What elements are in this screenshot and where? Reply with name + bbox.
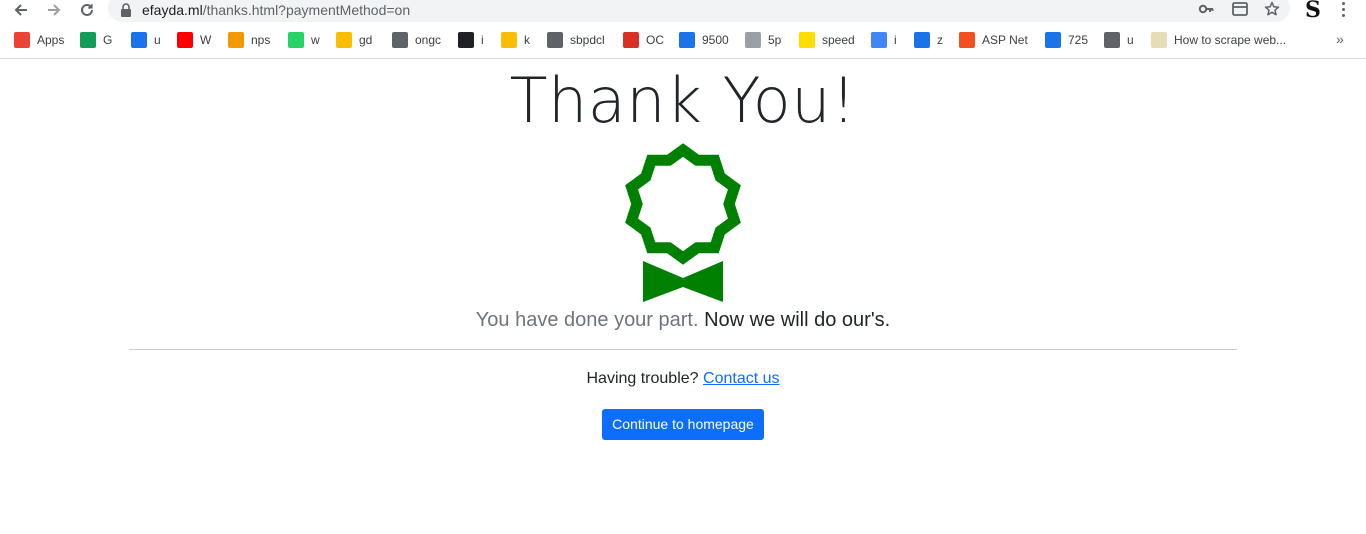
- bookmark-item[interactable]: 9500: [679, 31, 729, 49]
- g-logo-icon: [1151, 32, 1167, 48]
- bookmark-label: nps: [251, 33, 271, 47]
- bookmark-item[interactable]: u: [131, 31, 161, 49]
- bookmark-item[interactable]: k: [501, 31, 530, 49]
- browser-menu-icon[interactable]: [1336, 0, 1350, 18]
- forward-button[interactable]: [43, 0, 65, 20]
- photo-icon: [745, 32, 761, 48]
- url-text[interactable]: efayda.ml/thanks.html?paymentMethod=on: [142, 2, 410, 18]
- bookmark-label: sbpdcl: [570, 33, 605, 47]
- globe-icon: [547, 32, 563, 48]
- bookmark-label: 5p: [768, 33, 782, 47]
- key-icon[interactable]: [1197, 0, 1215, 18]
- card-icon[interactable]: [1231, 0, 1249, 18]
- page-title: Thank You!: [509, 64, 857, 137]
- bookmarks-overflow-button[interactable]: »: [1336, 31, 1344, 47]
- lock-icon[interactable]: [120, 3, 132, 17]
- divider: [129, 349, 1237, 350]
- bookmark-label: u: [1127, 33, 1134, 47]
- reload-icon: [81, 3, 93, 16]
- bookmark-item[interactable]: i: [871, 31, 897, 49]
- browser-toolbar: efayda.ml/thanks.html?paymentMethod=on S: [0, 0, 1366, 23]
- globe-icon: [1104, 32, 1120, 48]
- contact-us-link[interactable]: Contact us: [703, 370, 779, 387]
- bookmark-label: ongc: [415, 33, 442, 47]
- bookmark-item[interactable]: Apps: [14, 31, 64, 49]
- microsoft-icon: [959, 32, 975, 48]
- bookmark-label: w: [311, 33, 320, 47]
- bookmark-item[interactable]: nps: [228, 31, 270, 49]
- chrome-divider: [0, 58, 1366, 59]
- lead-light-text: You have done your part.: [475, 309, 699, 331]
- bookmark-item[interactable]: gd: [336, 31, 372, 49]
- bookmark-label: ASP Net: [982, 33, 1028, 47]
- chart-icon: [679, 32, 695, 48]
- bookmark-label: OC: [646, 33, 664, 47]
- google-sheets-icon: [80, 32, 96, 48]
- bookmark-item[interactable]: w: [288, 31, 320, 49]
- u-logo-icon: [1045, 32, 1061, 48]
- url-path: /thanks.html?paymentMethod=on: [202, 2, 411, 18]
- arrow-left-icon: [14, 4, 27, 16]
- reload-button[interactable]: [76, 0, 98, 20]
- bookmark-label: 9500: [702, 33, 729, 47]
- p-logo-icon: [799, 32, 815, 48]
- bookmark-item[interactable]: ongc: [392, 31, 441, 49]
- lead-strong-text: Now we will do our's.: [704, 309, 891, 331]
- profile-avatar[interactable]: S: [1301, 0, 1325, 23]
- bookmark-label: i: [894, 33, 897, 47]
- bookmark-item[interactable]: z: [914, 31, 943, 49]
- bookmark-label: speed: [822, 33, 855, 47]
- back-button[interactable]: [10, 0, 32, 20]
- bookmark-label: W: [200, 33, 212, 47]
- google-drive-icon: [336, 32, 352, 48]
- bookmark-item[interactable]: u: [1104, 31, 1134, 49]
- bookmark-label: 725: [1068, 33, 1089, 47]
- bookmark-label: How to scrape web...: [1174, 33, 1287, 47]
- bookmark-item[interactable]: 5p: [745, 31, 781, 49]
- trouble-label: Having trouble?: [586, 370, 699, 387]
- bookmark-label: gd: [359, 33, 373, 47]
- bookmark-item[interactable]: How to scrape web...: [1151, 31, 1286, 49]
- inv-icon: [458, 32, 474, 48]
- infinity-icon: [871, 32, 887, 48]
- bookmark-item[interactable]: ASP Net: [959, 31, 1028, 49]
- mail-open-icon: [914, 32, 930, 48]
- url-host: efayda.ml: [142, 2, 203, 18]
- help-text: Having trouble? Contact us: [0, 369, 1366, 389]
- bookmark-item[interactable]: speed: [799, 31, 855, 49]
- bookmark-item[interactable]: sbpdcl: [547, 31, 605, 49]
- star-icon[interactable]: [1263, 0, 1281, 18]
- bookmark-label: i: [481, 33, 484, 47]
- whatsapp-icon: [288, 32, 304, 48]
- nps-icon: [228, 32, 244, 48]
- bookmark-item[interactable]: G: [80, 31, 112, 49]
- bookmark-label: z: [937, 33, 943, 47]
- bookmark-label: G: [103, 33, 113, 47]
- continue-to-homepage-button[interactable]: Continue to homepage: [602, 409, 764, 440]
- bookmarks-bar: Apps Gu Wnps w gd ongc i k sbpdcl OC 9500 5p speed i z…: [0, 28, 1366, 52]
- lead-message: You have done your part. Now we will do …: [0, 307, 1366, 333]
- globe-icon: [392, 32, 408, 48]
- apps-grid-icon: [14, 32, 30, 48]
- bookmark-label: Apps: [37, 33, 65, 47]
- bookmark-item[interactable]: i: [458, 31, 484, 49]
- google-keep-icon: [501, 32, 517, 48]
- u-logo-icon: [131, 32, 147, 48]
- bookmark-item[interactable]: W: [177, 31, 211, 49]
- bookmark-item[interactable]: 725: [1045, 31, 1088, 49]
- award-ribbon-icon: [625, 143, 741, 302]
- arrow-right-icon: [48, 4, 61, 16]
- bookmark-label: u: [154, 33, 161, 47]
- oc-icon: [623, 32, 639, 48]
- bookmark-label: k: [524, 33, 530, 47]
- bookmark-item[interactable]: OC: [623, 31, 664, 49]
- address-bar[interactable]: efayda.ml/thanks.html?paymentMethod=on: [108, 0, 1290, 22]
- youtube-icon: [177, 32, 193, 48]
